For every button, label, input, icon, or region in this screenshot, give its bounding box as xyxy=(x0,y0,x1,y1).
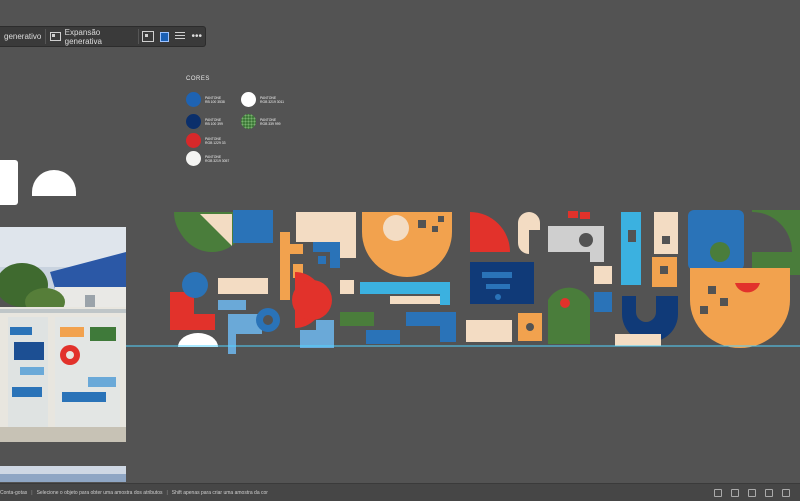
swatch-1-dot xyxy=(186,92,201,107)
status-hint-2: Shift apenas para criar uma amostra da c… xyxy=(171,489,268,496)
status-icon-5[interactable] xyxy=(782,489,790,497)
generative-fill-label: generativo xyxy=(4,32,42,41)
frame-icon[interactable] xyxy=(141,31,154,42)
align-lines-icon[interactable] xyxy=(175,32,186,41)
status-icon-4[interactable] xyxy=(765,489,773,497)
generative-expand-button[interactable]: Expansão generativa xyxy=(46,27,139,46)
legend-title: CORES xyxy=(186,76,210,82)
mural-artwork[interactable] xyxy=(0,200,800,360)
swatch-3[interactable]: PANTONE RGB 1229 33 xyxy=(186,133,226,148)
contextual-task-bar: generativo Expansão generativa ••• xyxy=(0,26,206,47)
swatch-2[interactable]: PANTONE RB 100 399 xyxy=(186,114,223,129)
swatch-1-text: PANTONE RB 100 3538 xyxy=(205,95,225,104)
more-options-icon[interactable]: ••• xyxy=(191,32,202,42)
status-hint-1: Selecione o objeto para obter uma amostr… xyxy=(36,489,163,496)
status-separator: | xyxy=(31,489,33,496)
reference-photo-2[interactable] xyxy=(0,466,126,482)
status-separator: | xyxy=(166,489,168,496)
generative-fill-button[interactable]: generativo xyxy=(0,29,47,44)
swatch-6-dot xyxy=(241,114,256,129)
swatch-5[interactable]: PANTONE RGB 3219 3011 xyxy=(241,92,284,107)
swatch-4-text: PANTONE RGB 3219 3057 xyxy=(205,154,230,163)
swatch-3-text: PANTONE RGB 1229 33 xyxy=(205,136,226,145)
partial-shape-left xyxy=(0,160,18,205)
status-icon-1[interactable] xyxy=(714,489,722,497)
status-icons xyxy=(714,489,790,497)
swatch-6-text: PANTONE RGB 339 999 xyxy=(260,117,281,126)
color-swatch-icon[interactable] xyxy=(159,31,170,42)
swatch-6[interactable]: PANTONE RGB 339 999 xyxy=(241,114,281,129)
swatch-3-dot xyxy=(186,133,201,148)
swatch-5-dot xyxy=(241,92,256,107)
status-icon-2[interactable] xyxy=(731,489,739,497)
swatch-5-text: PANTONE RGB 3219 3011 xyxy=(260,95,285,104)
generative-expand-label: Expansão generativa xyxy=(64,27,102,46)
generative-expand-icon xyxy=(50,32,61,41)
color-legend: CORES xyxy=(186,76,210,90)
status-bar: Conta-gotas | Selecione o objeto para ob… xyxy=(0,483,800,501)
status-icon-3[interactable] xyxy=(748,489,756,497)
swatch-1[interactable]: PANTONE RB 100 3538 xyxy=(186,92,225,107)
swatch-4[interactable]: PANTONE RGB 3219 3057 xyxy=(186,151,229,166)
swatch-2-text: PANTONE RB 100 399 xyxy=(205,117,223,126)
swatch-2-dot xyxy=(186,114,201,129)
status-tool: Conta-gotas xyxy=(0,489,28,496)
swatch-4-dot xyxy=(186,151,201,166)
partial-arch-shape xyxy=(32,170,76,196)
